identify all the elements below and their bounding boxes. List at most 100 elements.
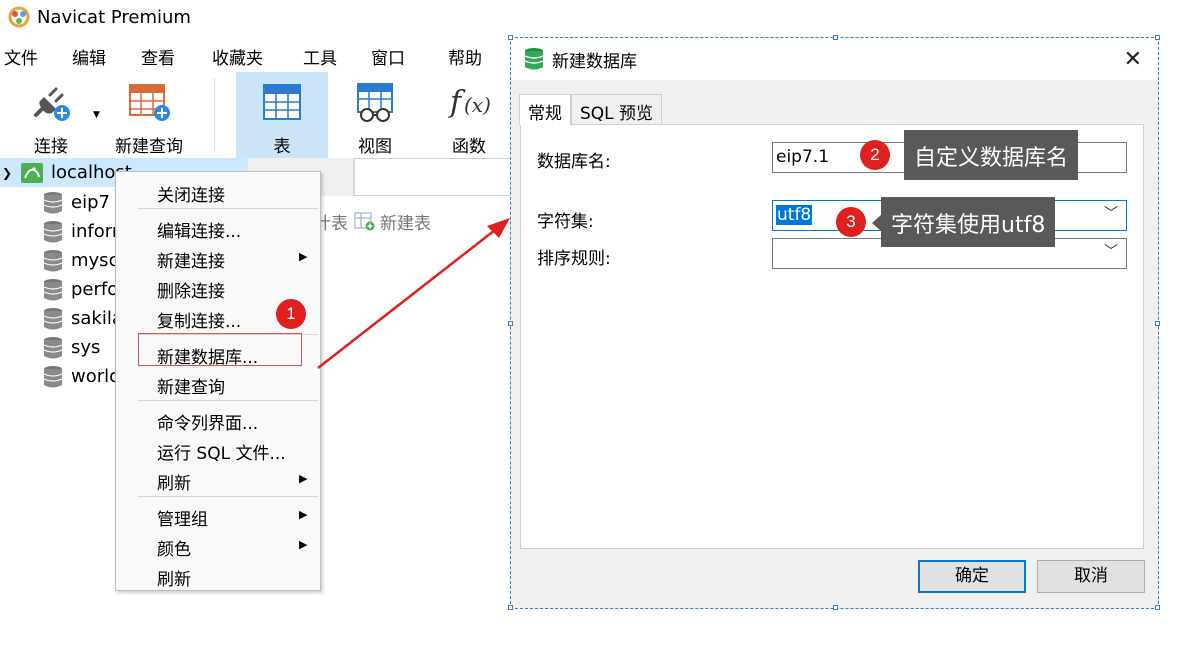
tree-label: eip7 [71,192,110,213]
table-icon [263,84,301,120]
tree-db-sys[interactable]: sys [0,333,100,362]
ctx-refresh-submenu[interactable]: 刷新 [157,469,191,494]
chevron-down-icon[interactable]: ﹀ [1104,203,1118,223]
cancel-button[interactable]: 取消 [1037,560,1145,593]
connect-button[interactable]: 连接 [16,72,86,158]
ctx-new-connection[interactable]: 新建连接 [157,247,225,272]
connect-dropdown-icon[interactable]: ▼ [93,110,100,120]
general-tab-panel: 数据库名: eip7.1 字符集: utf8 ﹀ 排序规则: ﹀ [520,124,1144,549]
ctx-close-connection[interactable]: 关闭连接 [157,181,225,206]
collation-label: 排序规则: [537,249,611,269]
ctx-new-database[interactable]: 新建数据库... [157,343,258,368]
view-button[interactable]: 视图 [338,72,412,158]
new-table-label: 新建表 [380,213,431,234]
menu-file[interactable]: 文件 [4,44,38,69]
ctx-manage-group[interactable]: 管理组 [157,505,208,530]
resize-handle[interactable] [833,605,838,610]
tree-db-eip7[interactable]: eip7 [0,188,110,217]
charset-value: utf8 [776,205,813,225]
tree-db-sakila[interactable]: sakila [0,304,123,333]
new-table-icon [354,212,375,231]
database-icon [43,307,63,329]
expand-chevron-icon[interactable]: ❯ [2,166,18,180]
callout-pointer [872,215,881,231]
view-glasses-icon [357,83,393,122]
menu-window[interactable]: 窗口 [371,44,405,69]
dialog-title: 新建数据库 [552,51,637,72]
tree-label: worlc [71,366,120,387]
new-query-button[interactable]: 新建查询 [104,72,194,158]
tree-db-information-schema[interactable]: inforr [0,217,119,246]
database-icon [43,191,63,213]
charset-label: 字符集: [537,212,594,232]
ok-button[interactable]: 确定 [918,560,1026,593]
database-icon [43,249,63,271]
new-database-dialog: 新建数据库 ✕ 常规 SQL 预览 数据库名: eip7.1 字符集: utf8… [508,35,1160,610]
tab-general[interactable]: 常规 [519,94,571,125]
resize-handle[interactable] [833,35,838,40]
menu-help[interactable]: 帮助 [448,44,482,69]
submenu-arrow-icon: ▶ [299,538,308,551]
dialog-tabs: 常规 SQL 预览 [519,94,663,125]
tree-db-performance-schema[interactable]: perfo [0,275,118,304]
resize-handle[interactable] [508,35,513,40]
app-title: Navicat Premium [37,6,191,28]
ctx-refresh[interactable]: 刷新 [157,565,191,590]
resize-handle[interactable] [1155,35,1160,40]
query-grid-icon [129,84,170,121]
database-icon [43,336,63,358]
tree-label: perfo [71,279,119,300]
menu-view[interactable]: 查看 [141,44,175,69]
table-button[interactable]: 表 [236,72,328,158]
svg-text:(x): (x) [464,93,491,117]
submenu-arrow-icon: ▶ [299,250,308,263]
submenu-arrow-icon: ▶ [299,472,308,485]
ctx-delete-connection[interactable]: 删除连接 [157,277,225,302]
resize-handle[interactable] [508,605,513,610]
ctx-duplicate-connection[interactable]: 复制连接... [157,307,241,332]
tree-db-mysql[interactable]: mysc [0,246,118,275]
ctx-run-sql-file[interactable]: 运行 SQL 文件... [157,439,286,464]
tree-label: sys [71,337,101,358]
step-badge-1: 1 [276,299,306,329]
ctx-edit-connection[interactable]: 编辑连接... [157,217,241,242]
ctx-console[interactable]: 命令列界面... [157,409,258,434]
close-icon[interactable]: ✕ [1124,47,1142,72]
mysql-connection-icon [21,162,43,183]
view-label: 视图 [358,137,392,157]
navicat-logo-icon [8,6,30,28]
new-query-label: 新建查询 [115,137,183,157]
step-badge-2: 2 [860,140,890,170]
database-green-icon [524,48,544,70]
database-icon [43,365,63,387]
callout-custom-db-name: 自定义数据库名 [904,130,1079,180]
window-titlebar: Navicat Premium [0,0,1203,34]
tab-sql-preview[interactable]: SQL 预览 [571,94,663,124]
main-toolbar: 连接 ▼ 新建查询 表 视图 f (x) 函数 [0,72,520,158]
menu-separator [138,208,318,209]
tree-db-world[interactable]: worlc [0,362,119,391]
menu-tools[interactable]: 工具 [303,44,337,69]
menu-bar: 文件 编辑 查看 收藏夹 工具 窗口 帮助 [0,40,520,72]
dialog-titlebar: 新建数据库 ✕ [511,38,1158,80]
tree-label: inforr [71,221,120,242]
function-button[interactable]: f (x) 函数 [432,72,506,158]
plug-icon [34,87,70,121]
step-badge-3: 3 [836,207,866,237]
database-icon [43,278,63,300]
connect-label: 连接 [34,137,68,157]
menu-edit[interactable]: 编辑 [72,44,106,69]
function-label: 函数 [452,137,486,157]
resize-handle[interactable] [508,321,513,326]
connection-context-menu: 关闭连接 编辑连接... 新建连接 ▶ 删除连接 复制连接... 新建数据库..… [115,171,321,591]
resize-handle[interactable] [1155,321,1160,326]
resize-handle[interactable] [1155,605,1160,610]
new-table-button[interactable]: 新建表 [354,209,431,234]
menu-favorites[interactable]: 收藏夹 [212,44,263,69]
object-search-input[interactable] [354,158,514,196]
ctx-color[interactable]: 颜色 [157,535,191,560]
callout-charset-utf8: 字符集使用utf8 [881,197,1056,247]
chevron-down-icon[interactable]: ﹀ [1104,241,1118,261]
database-icon [43,220,63,242]
ctx-new-query[interactable]: 新建查询 [157,373,225,398]
